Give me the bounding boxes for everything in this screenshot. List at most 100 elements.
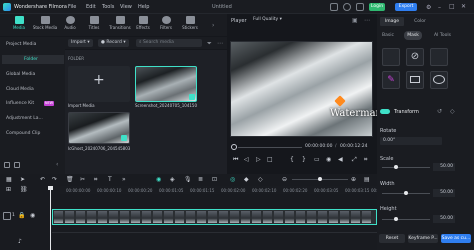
mask-draw-icon[interactable]: ✎	[382, 71, 400, 89]
menu-file[interactable]: File	[68, 4, 76, 10]
shield-icon[interactable]: ◈	[170, 176, 175, 183]
more-tools-icon[interactable]: »	[122, 176, 126, 183]
tab-titles[interactable]: Titles	[85, 16, 103, 30]
tab-color[interactable]: Color	[409, 17, 431, 26]
playhead[interactable]	[50, 186, 51, 250]
minimize-icon[interactable]: –	[438, 4, 441, 11]
delete-icon[interactable]: 🗑	[66, 176, 74, 183]
import-button[interactable]: Import ▾	[68, 39, 93, 47]
tab-stock-media[interactable]: Stock Media	[32, 16, 58, 30]
select-tool-icon[interactable]: ➤	[20, 176, 25, 183]
sidebar-item-global-media[interactable]: Global Media	[2, 70, 64, 79]
eye-icon[interactable]: ◉	[30, 212, 35, 219]
sidebar-item-adjustment-layer[interactable]: Adjustment La...	[2, 114, 64, 123]
subtab-mask[interactable]: Mask	[404, 31, 422, 40]
save-custom-button[interactable]: Save as cu...	[441, 234, 471, 243]
subtab-basic[interactable]: Basic	[382, 33, 394, 38]
collapse-icon[interactable]: ‹	[56, 161, 58, 168]
split-icon[interactable]: ✂	[80, 176, 85, 183]
link-icon[interactable]: ⛓	[20, 186, 28, 193]
menu-tools[interactable]: Tools	[102, 4, 114, 10]
mark-out-icon[interactable]: }	[302, 156, 306, 163]
keyframe-tool-icon[interactable]: ◇	[258, 176, 263, 183]
volume-icon[interactable]: ◀	[338, 156, 343, 163]
playhead-handle-top[interactable]	[48, 186, 53, 190]
new-folder-icon[interactable]	[4, 162, 10, 168]
tab-audio[interactable]: Audio	[61, 16, 79, 30]
cloud-icon[interactable]	[356, 3, 364, 11]
scale-slider-handle[interactable]	[394, 165, 398, 169]
grid-icon[interactable]: ▦	[6, 176, 12, 183]
step-back-icon[interactable]: ◁	[244, 156, 249, 163]
zoom-in-icon[interactable]: ⊕	[351, 176, 356, 183]
menu-help[interactable]: Help	[138, 4, 149, 10]
mask-none-icon[interactable]	[382, 48, 400, 66]
lock-icon[interactable]: 🔒	[18, 212, 25, 219]
mark-in-icon[interactable]: {	[290, 156, 294, 163]
sidebar-item-folder[interactable]: Folder	[2, 55, 64, 64]
scale-input[interactable]: 50.00	[433, 163, 455, 171]
height-input[interactable]: 50.00	[433, 215, 455, 223]
tab-transitions[interactable]: Transitions	[108, 16, 132, 30]
sidebar-item-project-media[interactable]: Project Media	[2, 40, 64, 49]
tab-media[interactable]: Media	[10, 16, 28, 30]
redo-icon[interactable]: ↷	[52, 176, 57, 183]
height-slider-handle[interactable]	[394, 217, 398, 221]
playhead-handle[interactable]	[231, 144, 237, 150]
quality-select[interactable]: Full Quality ▾	[250, 16, 285, 24]
render-icon[interactable]: ◉	[156, 176, 161, 183]
stop-icon[interactable]: □	[267, 156, 273, 163]
monitor-icon[interactable]: ▭	[314, 156, 320, 163]
export-button[interactable]: Export	[395, 3, 417, 11]
camera-icon[interactable]: ◉	[326, 156, 331, 163]
sidebar-item-compound-clip[interactable]: Compound Clip	[2, 129, 64, 138]
search-input[interactable]: ⌕ Search media	[136, 39, 202, 47]
more-icon[interactable]: ⋯	[217, 40, 223, 47]
sidebar-item-influence-kit[interactable]: Influence Kit	[2, 99, 64, 108]
user-icon[interactable]	[343, 3, 351, 11]
text-tool-icon[interactable]: T	[108, 176, 112, 183]
width-slider-handle[interactable]	[404, 191, 408, 195]
subtab-ai-tools[interactable]: AI Tools	[434, 33, 451, 38]
mask-disable-icon[interactable]: ⊘	[406, 48, 424, 66]
media-thumbnail-screenshot[interactable]	[135, 66, 197, 102]
menu-edit[interactable]: Edit	[86, 4, 96, 10]
settings-icon[interactable]: ⚙	[426, 4, 431, 11]
add-track-icon[interactable]: ⊞	[6, 186, 11, 193]
scale-slider[interactable]	[382, 167, 430, 168]
record-button[interactable]: ● Record ▾	[98, 39, 129, 47]
mic-icon[interactable]: 🎙	[184, 176, 192, 183]
more-options-icon[interactable]: ⋯	[364, 17, 370, 24]
video-preview[interactable]	[230, 41, 373, 137]
reset-icon[interactable]: ↺	[437, 108, 442, 115]
play-icon[interactable]: ▷	[256, 156, 261, 163]
maximize-icon[interactable]: □	[449, 3, 455, 10]
tab-stickers[interactable]: Stickers	[181, 16, 199, 30]
snap-icon[interactable]: ⊡	[212, 176, 217, 183]
login-button[interactable]: Login	[369, 3, 385, 11]
undo-icon[interactable]: ↶	[40, 176, 45, 183]
layout-icon[interactable]	[330, 3, 338, 11]
ai-icon[interactable]: ◎	[230, 176, 235, 183]
snapshot-icon[interactable]: ▣	[352, 17, 358, 24]
zoom-out-icon[interactable]: ⊖	[282, 176, 287, 183]
crop-tool-icon[interactable]: ⌗	[94, 176, 97, 184]
filter-icon[interactable]: ⏷	[207, 40, 212, 48]
height-slider[interactable]	[382, 219, 430, 220]
mask-shape-icon[interactable]	[430, 48, 448, 66]
fullscreen-icon[interactable]: ⤢	[352, 156, 357, 164]
rotate-input[interactable]: 0.00°	[380, 137, 442, 145]
tab-filters[interactable]: Filters	[157, 16, 175, 30]
keyframe-panel-button[interactable]: Keyframe P...	[408, 234, 438, 243]
tab-effects[interactable]: Effects	[134, 16, 152, 30]
marker-icon[interactable]: ◆	[244, 176, 249, 183]
crop-icon[interactable]: ⌗	[364, 156, 367, 164]
close-icon[interactable]: ✕	[461, 3, 466, 10]
keyframe-icon[interactable]: ◇	[450, 108, 455, 115]
player-progress-bar[interactable]	[238, 147, 302, 148]
reset-button[interactable]: Reset	[379, 234, 405, 243]
tab-image[interactable]: Image	[380, 17, 404, 26]
layers-icon[interactable]: ≣	[198, 176, 203, 183]
chevron-right-icon[interactable]: ›	[212, 22, 214, 29]
menu-view[interactable]: View	[120, 4, 132, 10]
